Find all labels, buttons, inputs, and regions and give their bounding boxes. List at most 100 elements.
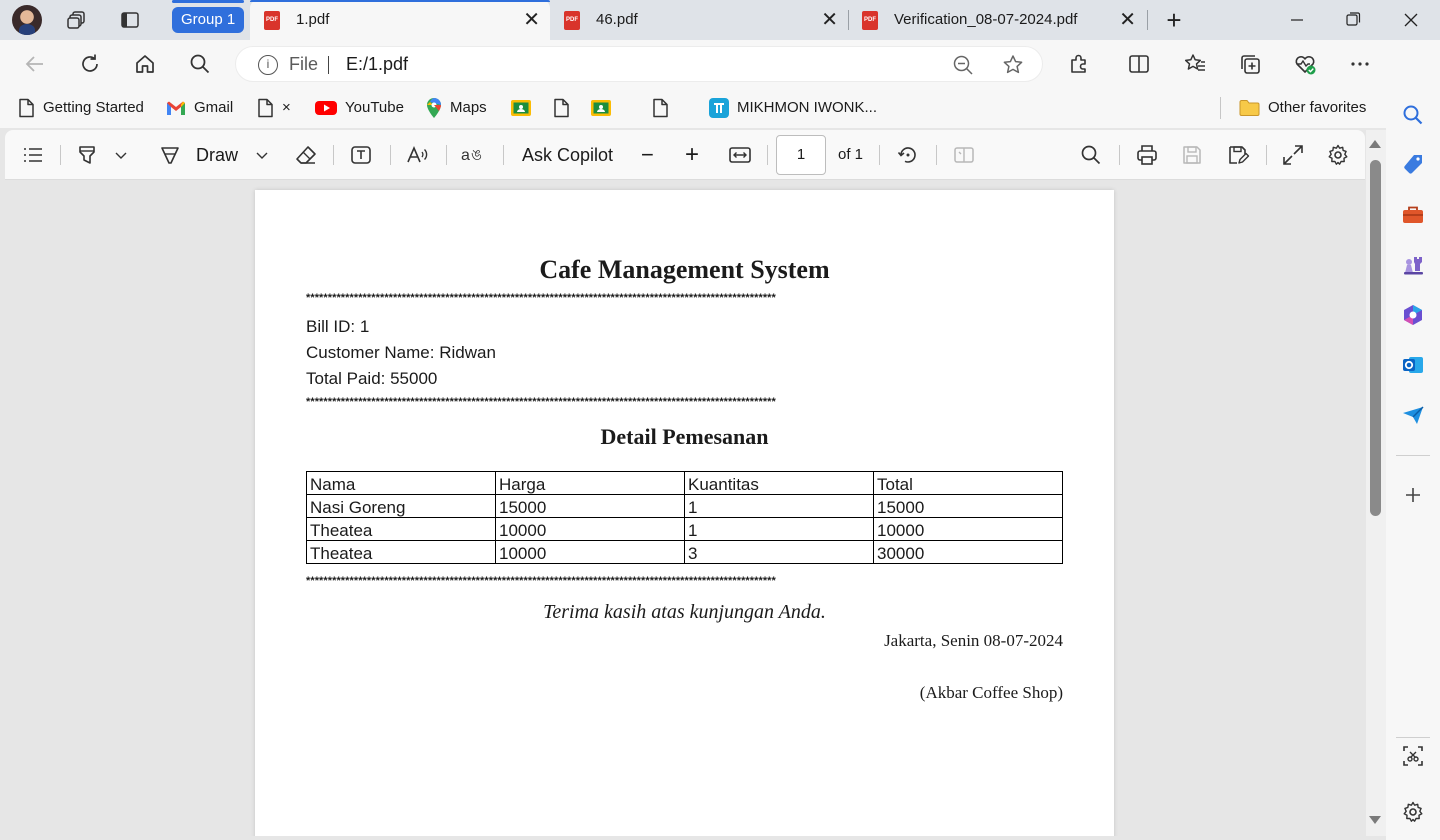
pdf-settings-icon[interactable] bbox=[1326, 143, 1350, 167]
page-icon bbox=[17, 98, 35, 118]
pdf-file-icon: PDF bbox=[862, 11, 878, 30]
favorite-youtube[interactable]: YouTube bbox=[315, 88, 404, 128]
minimize-button[interactable] bbox=[1269, 0, 1325, 40]
favorite-getting-started[interactable]: Getting Started bbox=[17, 88, 144, 128]
close-tab-icon[interactable]: ✕ bbox=[821, 0, 838, 40]
favorites-icon[interactable] bbox=[1183, 52, 1207, 76]
workspaces-icon[interactable] bbox=[67, 10, 87, 30]
thank-you-note: Terima kasih atas kunjungan Anda. bbox=[543, 601, 826, 623]
pdf-file-icon: PDF bbox=[564, 11, 580, 30]
add-sidebar-app-icon[interactable] bbox=[1401, 483, 1425, 507]
close-tab-icon[interactable]: ✕ bbox=[523, 0, 540, 40]
profile-avatar[interactable] bbox=[12, 5, 42, 35]
new-tab-button[interactable]: + bbox=[1146, 0, 1202, 40]
extensions-icon[interactable] bbox=[1067, 52, 1091, 76]
draw-pen-icon[interactable] bbox=[158, 143, 182, 167]
table-cell: Theatea bbox=[306, 517, 496, 541]
favorite-unnamed-page[interactable]: × bbox=[256, 88, 291, 128]
tab-actions-icon[interactable] bbox=[120, 10, 140, 30]
folder-icon bbox=[1239, 99, 1260, 117]
split-screen-icon[interactable] bbox=[1127, 52, 1151, 76]
tools-briefcase-icon[interactable] bbox=[1401, 203, 1425, 227]
scroll-up-arrow-icon[interactable] bbox=[1369, 140, 1381, 148]
back-icon[interactable] bbox=[23, 52, 47, 76]
address-url[interactable]: E:/1.pdf bbox=[346, 47, 408, 81]
bill-id: Bill ID: 1 bbox=[306, 317, 370, 336]
tab-1-pdf[interactable]: PDF 1.pdf ✕ bbox=[250, 0, 550, 40]
youtube-icon bbox=[315, 100, 337, 116]
toolbar-divider bbox=[1119, 145, 1120, 165]
favorite-classroom-2[interactable] bbox=[591, 88, 619, 128]
tab-46-pdf[interactable]: PDF 46.pdf ✕ bbox=[550, 0, 848, 40]
toolbar-divider bbox=[390, 145, 391, 165]
collections-icon[interactable] bbox=[1238, 52, 1262, 76]
contents-list-icon[interactable] bbox=[21, 143, 45, 167]
table-header-row: Nama Harga Kuantitas Total bbox=[306, 471, 1063, 495]
close-window-button[interactable] bbox=[1383, 0, 1439, 40]
highlight-icon[interactable] bbox=[75, 143, 99, 167]
other-favorites-folder[interactable]: Other favorites bbox=[1239, 88, 1366, 128]
outlook-icon[interactable] bbox=[1401, 353, 1425, 377]
page-icon bbox=[651, 98, 669, 118]
address-bar[interactable]: i File E:/1.pdf bbox=[235, 46, 1043, 82]
eraser-icon[interactable] bbox=[294, 143, 318, 167]
home-icon[interactable] bbox=[133, 52, 157, 76]
favorite-gmail[interactable]: Gmail bbox=[166, 88, 233, 128]
drop-send-icon[interactable] bbox=[1401, 403, 1425, 427]
print-icon[interactable] bbox=[1135, 143, 1159, 167]
table-cell: 3 bbox=[684, 540, 874, 564]
pdf-viewer[interactable]: Cafe Management System *****************… bbox=[5, 181, 1365, 836]
favorite-page-3[interactable] bbox=[651, 88, 677, 128]
page-number-input[interactable]: 1 bbox=[776, 135, 826, 175]
rotate-icon[interactable] bbox=[896, 143, 920, 167]
close-tab-icon[interactable]: ✕ bbox=[1119, 0, 1136, 40]
browser-essentials-icon[interactable] bbox=[1293, 52, 1317, 76]
tab-verification-pdf[interactable]: PDF Verification_08-07-2024.pdf ✕ bbox=[848, 0, 1146, 40]
more-options-icon[interactable] bbox=[1348, 52, 1372, 76]
refresh-icon[interactable] bbox=[78, 52, 102, 76]
site-info-icon[interactable]: i bbox=[258, 55, 278, 75]
zoom-in-button[interactable]: + bbox=[685, 130, 699, 180]
total-paid: Total Paid: 55000 bbox=[306, 369, 438, 388]
screenshot-capture-icon[interactable] bbox=[1401, 744, 1425, 768]
save-icon[interactable] bbox=[1180, 143, 1204, 167]
games-chess-icon[interactable] bbox=[1401, 253, 1425, 277]
table-row: Theatea 10000 3 30000 bbox=[306, 540, 1063, 564]
save-as-icon[interactable] bbox=[1226, 143, 1250, 167]
ask-copilot-button[interactable]: Ask Copilot bbox=[522, 130, 613, 180]
maps-icon bbox=[426, 97, 442, 119]
favorite-star-icon[interactable] bbox=[1001, 53, 1025, 77]
favorite-label: YouTube bbox=[345, 99, 404, 116]
restore-button[interactable] bbox=[1325, 0, 1381, 40]
sidebar-search-icon[interactable] bbox=[1401, 103, 1425, 127]
scheme-label: File bbox=[289, 54, 319, 74]
full-screen-icon[interactable] bbox=[1281, 143, 1305, 167]
microsoft-365-icon[interactable] bbox=[1401, 303, 1425, 327]
highlight-options-chevron-icon[interactable] bbox=[109, 143, 133, 167]
draw-button[interactable]: Draw bbox=[196, 130, 238, 180]
vertical-scrollbar[interactable] bbox=[1366, 130, 1386, 836]
zoom-out-button[interactable]: − bbox=[641, 130, 654, 180]
find-in-document-icon[interactable] bbox=[1079, 143, 1103, 167]
translate-icon[interactable]: aঙ bbox=[460, 143, 488, 167]
search-icon[interactable] bbox=[188, 52, 212, 76]
draw-options-chevron-icon[interactable] bbox=[250, 143, 274, 167]
tab-group-chip[interactable]: Group 1 bbox=[172, 0, 245, 33]
favorite-page-2[interactable] bbox=[552, 88, 578, 128]
favorite-label: Getting Started bbox=[43, 99, 144, 116]
scroll-down-arrow-icon[interactable] bbox=[1369, 816, 1381, 824]
zoom-out-icon[interactable] bbox=[952, 54, 974, 76]
page-view-icon[interactable] bbox=[952, 143, 976, 167]
read-aloud-icon[interactable] bbox=[405, 143, 429, 167]
table-cell: 1 bbox=[684, 494, 874, 518]
shopping-tag-icon[interactable] bbox=[1401, 153, 1425, 177]
table-cell: 10000 bbox=[495, 517, 685, 541]
toolbar-divider bbox=[767, 145, 768, 165]
add-text-icon[interactable] bbox=[349, 143, 373, 167]
favorite-mikhmon[interactable]: MIKHMON IWONK... bbox=[709, 88, 877, 128]
fit-width-icon[interactable] bbox=[728, 143, 752, 167]
favorite-classroom-1[interactable] bbox=[511, 88, 539, 128]
scrollbar-thumb[interactable] bbox=[1370, 160, 1381, 516]
favorite-maps[interactable]: Maps bbox=[426, 88, 487, 128]
sidebar-settings-icon[interactable] bbox=[1401, 800, 1425, 824]
